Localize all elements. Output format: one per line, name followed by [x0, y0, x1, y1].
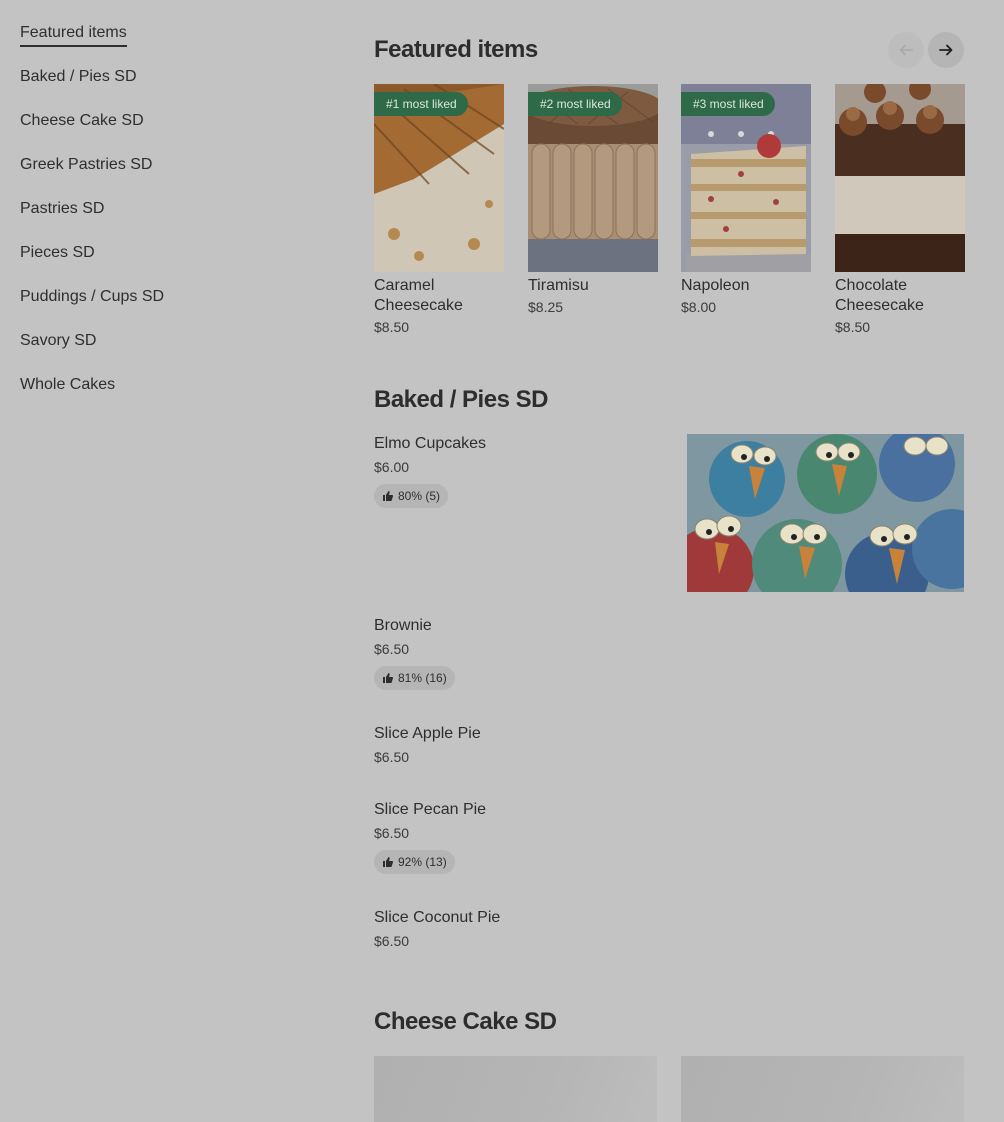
item-name: Caramel Cheesecake	[374, 277, 463, 314]
tiramisu-image: #2 most liked	[528, 84, 658, 272]
item-name: Chocolate Cheesecake	[835, 277, 924, 314]
sidebar-item-savory[interactable]: Savory SD	[20, 330, 320, 374]
arrow-left-icon	[899, 44, 913, 56]
item-name: Tiramisu	[528, 277, 589, 294]
item-price: $8.25	[528, 299, 564, 315]
carousel-next-button[interactable]	[928, 32, 964, 68]
sidebar-item-baked-pies[interactable]: Baked / Pies SD	[20, 66, 320, 110]
carousel-prev-button[interactable]	[888, 32, 924, 68]
baked-section-title: Baked / Pies SD	[374, 386, 548, 413]
featured-carousel: #1 most liked Caramel Cheesecake $8.50 #…	[374, 84, 1004, 344]
thumbs-up-icon	[383, 857, 394, 867]
featured-card[interactable]: Chocolate Cheesecake $8.50	[835, 84, 965, 335]
featured-card[interactable]: #1 most liked Caramel Cheesecake $8.50	[374, 84, 504, 335]
arrow-right-icon	[939, 44, 953, 56]
item-name: Slice Coconut Pie	[374, 909, 501, 926]
rating-badge: 81% (16)	[374, 666, 455, 690]
item-price: $6.50	[374, 749, 410, 765]
rating-text: 80% (5)	[398, 489, 441, 503]
rating-badge: 80% (5)	[374, 484, 449, 508]
item-name: Brownie	[374, 617, 432, 634]
menu-item[interactable]: Slice Apple Pie $6.50	[374, 724, 964, 765]
sidebar-item-whole-cakes[interactable]: Whole Cakes	[20, 374, 320, 418]
featured-card[interactable]: #3 most liked Napoleon $8.00	[681, 84, 811, 315]
sidebar-item-puddings-cups[interactable]: Puddings / Cups SD	[20, 286, 320, 330]
rating-badge: 92% (13)	[374, 850, 455, 874]
most-liked-badge: #1 most liked	[374, 92, 468, 116]
menu-item[interactable]: Slice Coconut Pie $6.50	[374, 908, 964, 949]
cheese-cake-section-title: Cheese Cake SD	[374, 1008, 557, 1035]
sidebar-item-pieces[interactable]: Pieces SD	[20, 242, 320, 286]
sidebar-item-cheese-cake[interactable]: Cheese Cake SD	[20, 110, 320, 154]
item-name: Napoleon	[681, 277, 750, 294]
rating-text: 92% (13)	[398, 855, 447, 869]
thumbs-up-icon	[383, 491, 394, 501]
sidebar-item-featured-items[interactable]: Featured items	[20, 22, 320, 66]
menu-item-placeholder[interactable]	[681, 1056, 964, 1122]
napoleon-image: #3 most liked	[681, 84, 811, 272]
category-sidebar: Featured items Baked / Pies SD Cheese Ca…	[20, 22, 320, 418]
thumbs-up-icon	[383, 673, 394, 683]
item-name: Slice Apple Pie	[374, 725, 481, 742]
featured-title: Featured items	[374, 36, 538, 63]
featured-card[interactable]: #2 most liked Tiramisu $8.25	[528, 84, 658, 315]
menu-item[interactable]: Slice Pecan Pie $6.50 92% (13)	[374, 800, 964, 874]
item-price: $8.00	[681, 299, 717, 315]
menu-item-placeholder[interactable]	[374, 1056, 657, 1122]
rating-text: 81% (16)	[398, 671, 447, 685]
most-liked-badge: #3 most liked	[681, 92, 775, 116]
most-liked-badge: #2 most liked	[528, 92, 622, 116]
item-name: Slice Pecan Pie	[374, 801, 487, 818]
caramel-cheesecake-image: #1 most liked	[374, 84, 504, 272]
sidebar-item-greek-pastries[interactable]: Greek Pastries SD	[20, 154, 320, 198]
item-price: $6.50	[374, 933, 410, 949]
sidebar-item-pastries[interactable]: Pastries SD	[20, 198, 320, 242]
item-price: $8.50	[374, 319, 410, 335]
menu-item[interactable]: Brownie $6.50 81% (16)	[374, 616, 964, 690]
elmo-cupcakes-image[interactable]	[687, 434, 964, 592]
chocolate-cheesecake-image	[835, 84, 965, 272]
featured-header: Featured items	[374, 32, 964, 76]
item-price: $6.50	[374, 641, 410, 657]
item-price: $6.50	[374, 825, 410, 841]
item-price: $8.50	[835, 319, 871, 335]
